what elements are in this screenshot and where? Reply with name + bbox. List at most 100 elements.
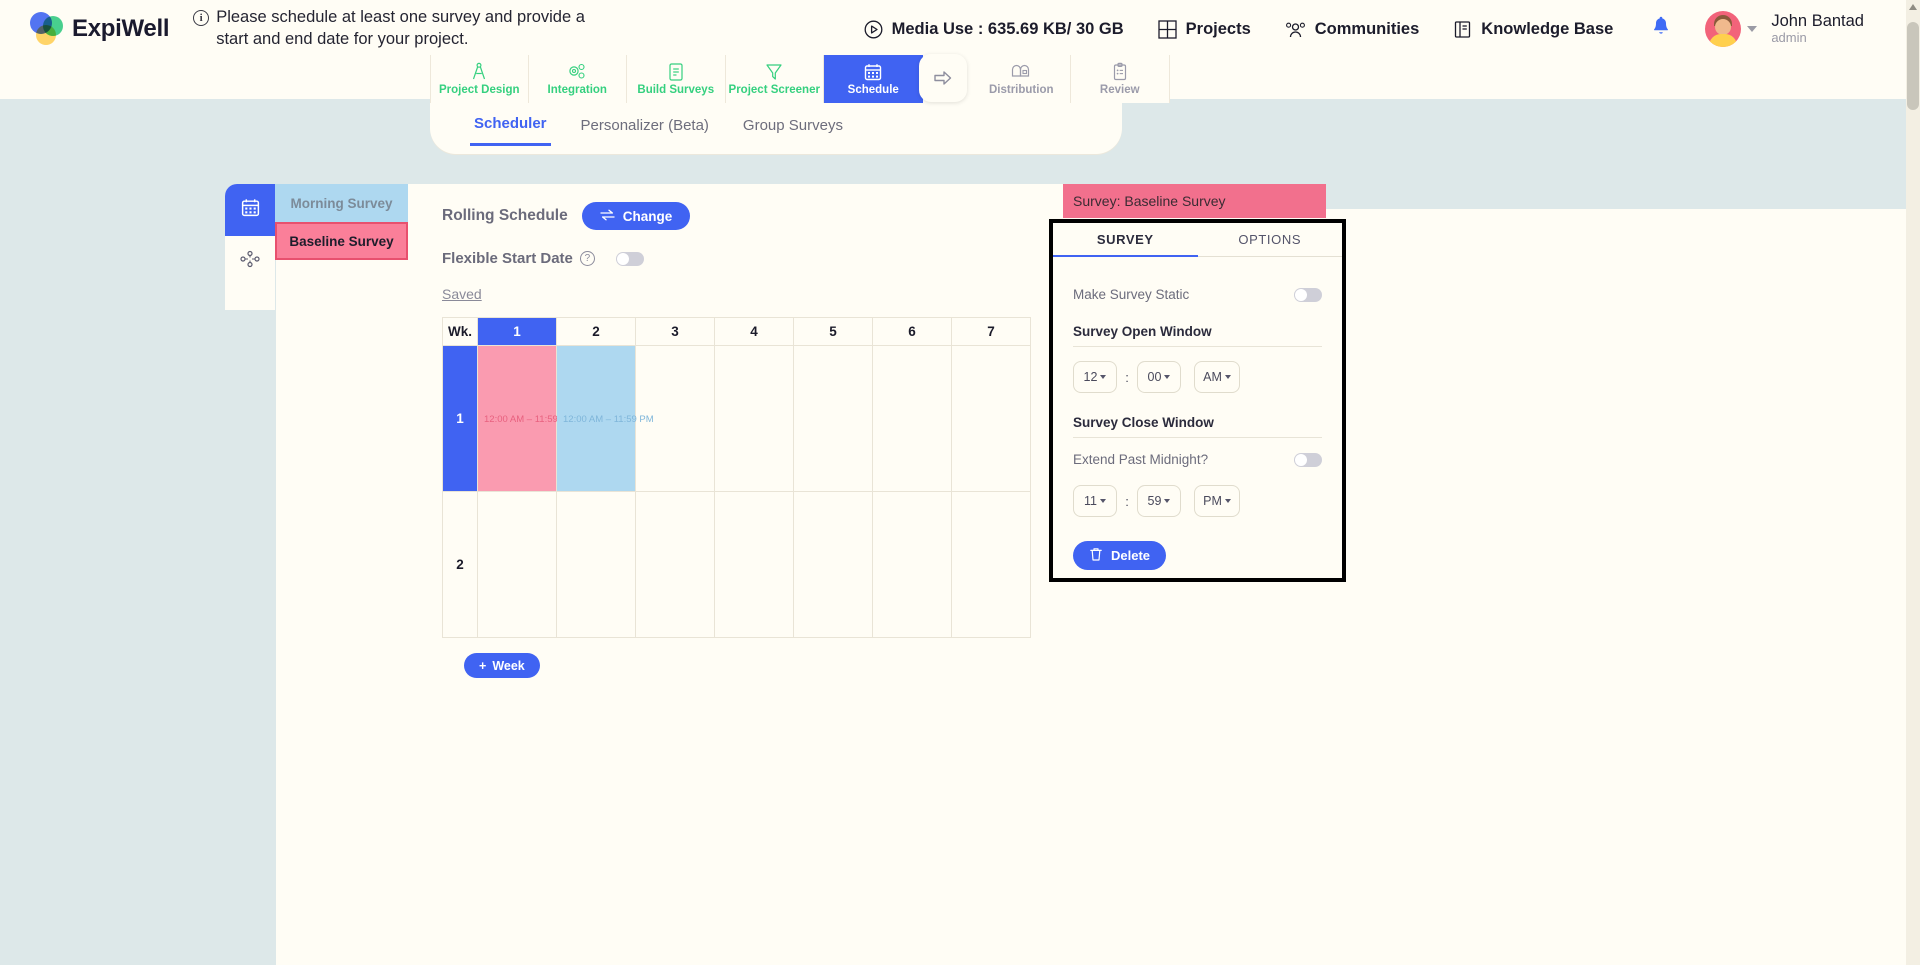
divider	[1073, 346, 1322, 347]
calendar-cell-w2-d3[interactable]	[635, 491, 715, 638]
calendar-week-header: Wk.	[442, 317, 478, 346]
make-survey-static-label: Make Survey Static	[1073, 287, 1190, 302]
info-banner: i Please schedule at least one survey an…	[193, 7, 613, 51]
saved-status-link[interactable]: Saved	[442, 286, 482, 302]
calendar-day-header-3[interactable]: 3	[635, 317, 715, 346]
calendar-day-header-2[interactable]: 2	[556, 317, 636, 346]
step-distribution-label: Distribution	[988, 83, 1054, 96]
calendar-cell-w1-d6[interactable]	[872, 345, 952, 492]
nav-knowledge-base-label: Knowledge Base	[1481, 19, 1614, 38]
calendar-day-header-5[interactable]: 5	[793, 317, 873, 346]
right-panel-tab-options[interactable]: OPTIONS	[1197, 223, 1342, 257]
sub-tabs: Scheduler Personalizer (Beta) Group Surv…	[470, 109, 847, 146]
next-step-arrow-button[interactable]	[918, 54, 967, 102]
document-icon	[667, 62, 685, 83]
survey-close-time-row: 11 : 59 PM	[1073, 485, 1322, 517]
tab-personalizer[interactable]: Personalizer (Beta)	[577, 111, 713, 145]
bell-icon[interactable]	[1651, 16, 1671, 42]
extend-past-midnight-label: Extend Past Midnight?	[1073, 452, 1209, 467]
user-menu[interactable]: John Bantad admin	[1705, 11, 1864, 47]
calendar-cell-w1-d1[interactable]: 12:00 AM – 11:59 PM	[477, 345, 575, 492]
rolling-schedule-row: Rolling Schedule Change	[442, 202, 1063, 230]
open-hour-value: 12	[1083, 370, 1098, 384]
survey-list-item-morning[interactable]: Morning Survey	[275, 184, 408, 222]
brand-logo[interactable]: ExpiWell	[30, 12, 169, 46]
left-rail	[225, 184, 275, 310]
flexible-start-date-toggle[interactable]	[615, 251, 644, 266]
calendar-day-header-6[interactable]: 6	[872, 317, 952, 346]
extend-past-midnight-row: Extend Past Midnight?	[1073, 452, 1322, 467]
calendar-day-header-4[interactable]: 4	[714, 317, 794, 346]
open-time-colon: :	[1125, 369, 1129, 385]
mailbox-icon	[1010, 62, 1032, 83]
calendar-cell-w1-d5[interactable]	[793, 345, 873, 492]
survey-open-time-row: 12 : 00 AM	[1073, 361, 1322, 393]
trash-icon	[1089, 547, 1103, 565]
calendar-cell-w2-d2[interactable]	[556, 491, 636, 638]
nav-projects[interactable]: Projects	[1157, 20, 1251, 39]
calendar-header-row: Wk. 1 2 3 4 5 6 7	[442, 317, 1031, 346]
canvas-background-left	[0, 209, 276, 965]
divider	[1073, 437, 1322, 438]
open-meridiem-select[interactable]: AM	[1194, 361, 1240, 393]
media-use-indicator[interactable]: Media Use : 635.69 KB/ 30 GB	[864, 20, 1124, 39]
chevron-down-icon	[1100, 375, 1107, 379]
scheduler-main-panel: Rolling Schedule Change Flexible Start D…	[408, 184, 1063, 965]
calendar-cell-w1-d2[interactable]: 12:00 AM – 11:59 PM	[556, 345, 654, 492]
header-right-group: Media Use : 635.69 KB/ 30 GB Projects Co…	[830, 11, 1920, 47]
close-minute-value: 59	[1147, 494, 1162, 508]
open-hour-select[interactable]: 12	[1073, 361, 1117, 393]
tab-scheduler[interactable]: Scheduler	[470, 109, 551, 146]
open-minute-select[interactable]: 00	[1137, 361, 1181, 393]
calendar-cell-w2-d6[interactable]	[872, 491, 952, 638]
calendar-day-header-1[interactable]: 1	[477, 317, 557, 346]
step-review[interactable]: Review	[1071, 55, 1170, 103]
delete-survey-button[interactable]: Delete	[1073, 541, 1167, 570]
step-project-screener[interactable]: Project Screener	[725, 55, 824, 103]
nav-communities[interactable]: Communities	[1285, 19, 1420, 39]
step-project-design-label: Project Design	[438, 83, 520, 96]
step-distribution[interactable]: Distribution	[972, 55, 1071, 103]
extend-past-midnight-toggle[interactable]	[1294, 452, 1322, 467]
close-hour-select[interactable]: 11	[1073, 485, 1117, 517]
calendar-cell-w2-d4[interactable]	[714, 491, 794, 638]
open-meridiem-value: AM	[1203, 370, 1222, 384]
calendar-day-header-7[interactable]: 7	[951, 317, 1031, 346]
calendar-cell-w2-d7[interactable]	[951, 491, 1031, 638]
clipboard-icon	[1111, 62, 1129, 83]
step-integration[interactable]: Integration	[528, 55, 627, 103]
add-week-button[interactable]: + Week	[464, 653, 540, 678]
tab-group-surveys[interactable]: Group Surveys	[739, 111, 847, 145]
survey-options-panel: SURVEY OPTIONS Make Survey Static Survey…	[1049, 219, 1346, 582]
chevron-down-icon[interactable]	[1747, 26, 1758, 32]
step-project-design[interactable]: Project Design	[430, 55, 529, 103]
people-icon	[1285, 20, 1306, 39]
calendar-cell-w1-d4[interactable]	[714, 345, 794, 492]
step-schedule[interactable]: Schedule	[824, 54, 967, 103]
play-circle-icon	[864, 20, 883, 39]
close-meridiem-select[interactable]: PM	[1194, 485, 1240, 517]
calendar-cell-w2-d1[interactable]	[477, 491, 557, 638]
survey-list: Morning Survey Baseline Survey	[275, 184, 408, 260]
right-panel-tab-survey[interactable]: SURVEY	[1053, 223, 1198, 257]
calendar-cell-w1-d7[interactable]	[951, 345, 1031, 492]
change-schedule-button[interactable]: Change	[581, 202, 691, 230]
help-icon[interactable]: ?	[579, 251, 595, 266]
scrollbar-thumb[interactable]	[1907, 22, 1919, 110]
right-panel-title: Survey: Baseline Survey	[1073, 193, 1226, 209]
right-panel-title-bar: Survey: Baseline Survey	[1063, 184, 1326, 218]
make-survey-static-toggle[interactable]	[1294, 287, 1322, 302]
nav-communities-label: Communities	[1314, 19, 1420, 38]
step-build-surveys[interactable]: Build Surveys	[627, 55, 726, 103]
survey-list-item-baseline[interactable]: Baseline Survey	[275, 222, 408, 260]
step-schedule-label: Schedule	[847, 83, 899, 96]
close-minute-select[interactable]: 59	[1137, 485, 1181, 517]
book-icon	[1453, 20, 1472, 39]
rail-item-network[interactable]	[225, 236, 275, 286]
scroll-up-arrow-icon[interactable]	[1909, 4, 1917, 10]
rail-item-calendar[interactable]	[225, 184, 275, 236]
workflow-shell: Project Design Integration Build Surveys…	[430, 54, 1170, 154]
calendar-cell-w2-d5[interactable]	[793, 491, 873, 638]
page-scrollbar[interactable]	[1906, 0, 1920, 965]
nav-knowledge-base[interactable]: Knowledge Base	[1453, 20, 1613, 39]
